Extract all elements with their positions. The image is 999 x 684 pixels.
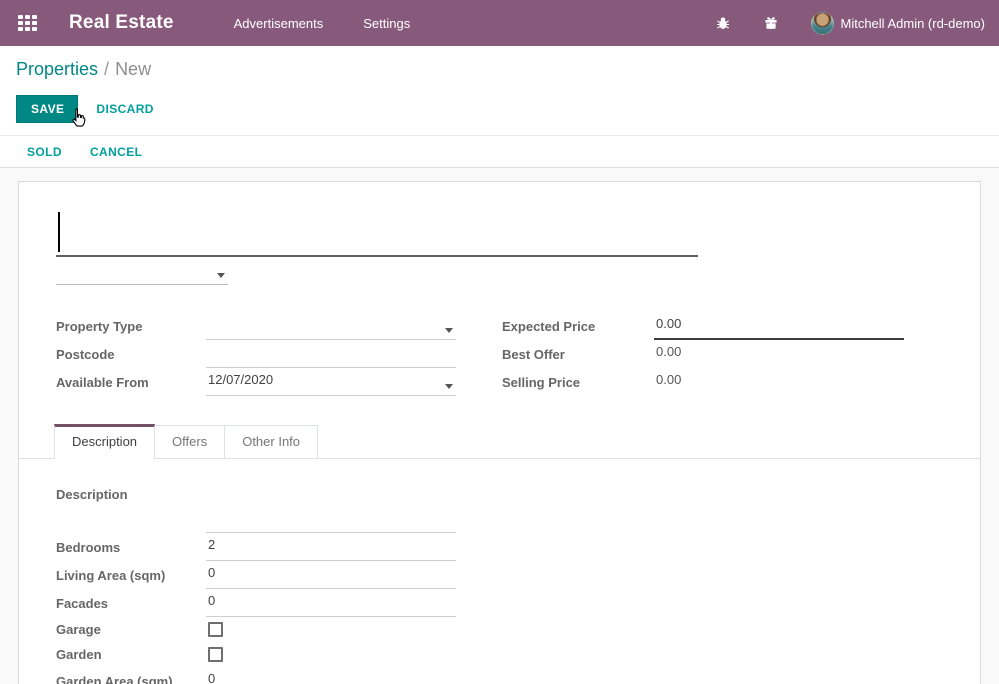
form-sheet: Property Type Postcode Available Fr	[18, 181, 981, 684]
tab-other-info[interactable]: Other Info	[224, 425, 318, 458]
bedrooms-label: Bedrooms	[56, 540, 206, 561]
selling-price-value: 0.00	[654, 372, 904, 396]
property-type-input[interactable]	[206, 316, 456, 340]
bug-icon[interactable]	[715, 15, 731, 31]
chevron-down-icon	[217, 273, 225, 278]
field-row-property-type: Property Type	[56, 312, 502, 340]
facades-input[interactable]: 0	[206, 593, 456, 617]
expected-price-input[interactable]: 0.00	[654, 316, 904, 340]
field-column-left: Property Type Postcode Available Fr	[56, 312, 502, 396]
property-name-input[interactable]	[56, 211, 698, 257]
field-row-postcode: Postcode	[56, 340, 502, 368]
living-area-value: 0	[208, 565, 215, 580]
navbar-menu: Advertisements Settings	[232, 12, 413, 35]
expected-price-value: 0.00	[656, 316, 681, 331]
available-from-label: Available From	[56, 375, 206, 396]
postcode-input[interactable]	[206, 344, 456, 368]
garage-label: Garage	[56, 622, 206, 637]
navbar-right: Mitchell Admin (rd-demo)	[715, 12, 986, 35]
selling-price-label: Selling Price	[502, 375, 654, 396]
field-row-garden: Garden	[56, 642, 943, 667]
garden-area-input[interactable]: 0	[206, 671, 456, 684]
garden-area-value: 0	[208, 671, 215, 684]
apps-grid-icon[interactable]	[18, 15, 37, 32]
available-from-value: 12/07/2020	[208, 372, 273, 387]
chevron-down-icon	[445, 328, 453, 333]
save-button-label: SAVE	[31, 102, 64, 116]
app-title: Real Estate	[69, 12, 174, 34]
cancel-button[interactable]: CANCEL	[90, 145, 142, 159]
field-row-expected-price: Expected Price 0.00	[502, 312, 943, 340]
field-row-garage: Garage	[56, 617, 943, 642]
garden-label: Garden	[56, 647, 206, 662]
breadcrumb: Properties / New	[16, 59, 983, 80]
tab-description[interactable]: Description	[54, 424, 155, 459]
best-offer-label: Best Offer	[502, 347, 654, 368]
description-tab-page: Description Bedrooms 2 Living Area (sqm)…	[56, 481, 943, 684]
form-view: Property Type Postcode Available Fr	[0, 168, 999, 684]
menu-item-advertisements[interactable]: Advertisements	[232, 12, 326, 35]
tab-offers[interactable]: Offers	[154, 425, 225, 458]
property-type-label: Property Type	[56, 319, 206, 340]
mouse-cursor-hand-icon	[66, 106, 90, 130]
property-tag-input[interactable]	[56, 258, 228, 285]
breadcrumb-current: New	[115, 59, 151, 79]
garage-checkbox[interactable]	[208, 622, 223, 637]
bedrooms-input[interactable]: 2	[206, 537, 456, 561]
text-caret	[58, 212, 60, 252]
field-row-bedrooms: Bedrooms 2	[56, 533, 943, 561]
best-offer-value: 0.00	[654, 344, 904, 368]
top-navbar: Real Estate Advertisements Settings Mitc…	[0, 0, 999, 46]
chevron-down-icon	[445, 384, 453, 389]
menu-item-settings[interactable]: Settings	[361, 12, 412, 35]
field-grid: Property Type Postcode Available Fr	[56, 312, 943, 396]
field-row-description: Description	[56, 481, 943, 533]
form-buttons-row: SAVE DISCARD	[16, 95, 983, 122]
breadcrumb-properties-link[interactable]: Properties	[16, 59, 98, 79]
description-textarea[interactable]	[206, 481, 456, 533]
gift-icon[interactable]	[763, 15, 779, 31]
field-column-right: Expected Price 0.00 Best Offer 0.00 Sell…	[502, 312, 943, 396]
user-avatar[interactable]	[811, 12, 834, 35]
control-panel: Properties / New SAVE DISCARD	[0, 46, 999, 135]
facades-value: 0	[208, 593, 215, 608]
available-from-input[interactable]: 12/07/2020	[206, 372, 456, 396]
expected-price-label: Expected Price	[502, 319, 654, 340]
bedrooms-value: 2	[208, 537, 215, 552]
breadcrumb-separator: /	[104, 59, 109, 79]
save-button[interactable]: SAVE	[16, 95, 78, 123]
sold-button[interactable]: SOLD	[27, 145, 62, 159]
field-row-available-from: Available From 12/07/2020	[56, 368, 502, 396]
facades-label: Facades	[56, 596, 206, 617]
living-area-label: Living Area (sqm)	[56, 568, 206, 589]
garden-area-label: Garden Area (sqm)	[56, 674, 206, 684]
postcode-label: Postcode	[56, 347, 206, 368]
field-row-living-area: Living Area (sqm) 0	[56, 561, 943, 589]
field-row-garden-area: Garden Area (sqm) 0	[56, 667, 943, 684]
form-statusbar: SOLD CANCEL	[0, 135, 999, 168]
notebook-tabs: Description Offers Other Info	[19, 424, 980, 459]
user-menu[interactable]: Mitchell Admin (rd-demo)	[841, 16, 986, 31]
garden-checkbox[interactable]	[208, 647, 223, 662]
discard-button[interactable]: DISCARD	[96, 102, 153, 116]
field-row-facades: Facades 0	[56, 589, 943, 617]
field-row-selling-price: Selling Price 0.00	[502, 368, 943, 396]
living-area-input[interactable]: 0	[206, 565, 456, 589]
field-row-best-offer: Best Offer 0.00	[502, 340, 943, 368]
description-label: Description	[56, 481, 206, 533]
